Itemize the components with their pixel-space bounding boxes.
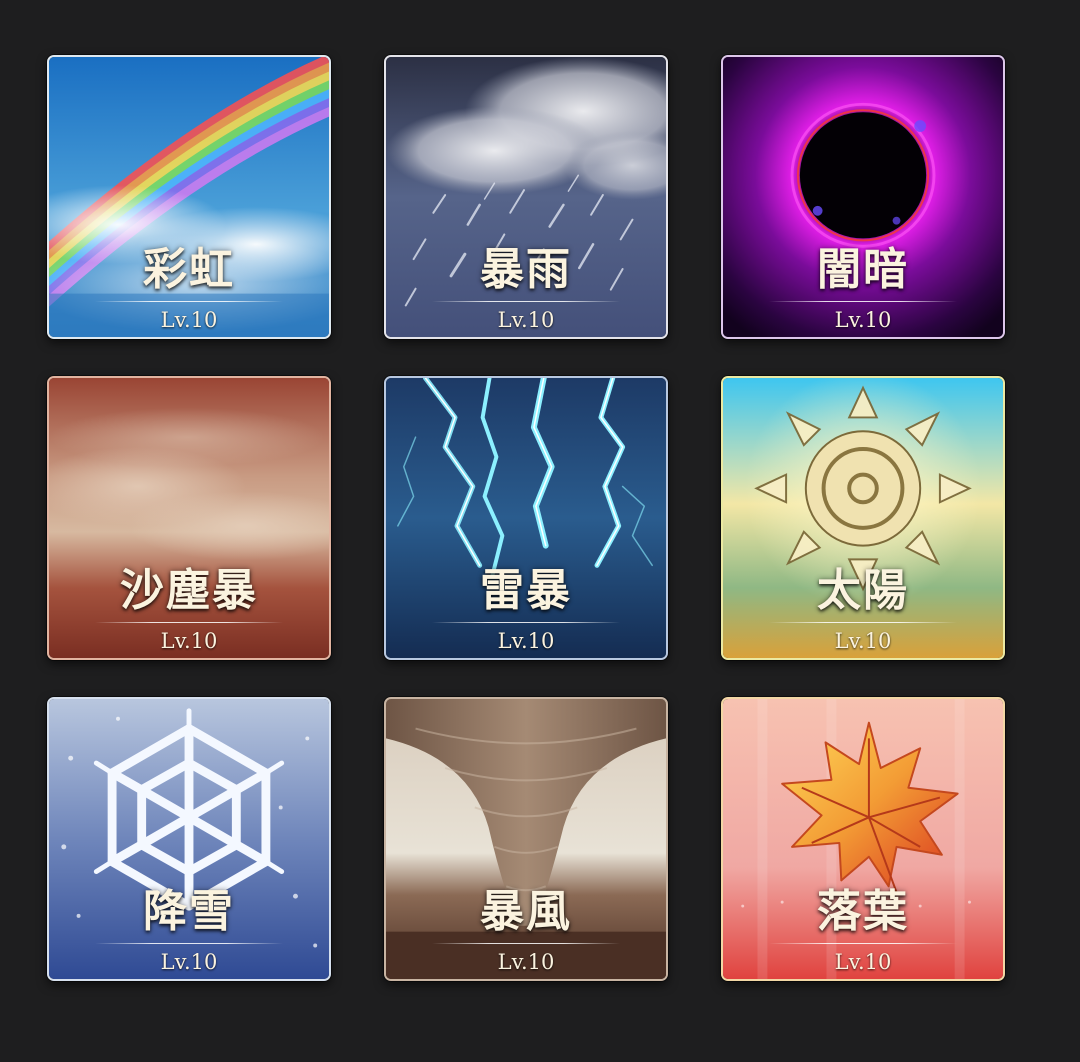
card-level: Lv.10	[160, 629, 218, 653]
sandstorm-icon	[49, 378, 329, 658]
card-level: Lv.10	[497, 629, 555, 653]
card-divider	[769, 943, 957, 944]
card-level: Lv.10	[834, 950, 892, 974]
weather-card-sun[interactable]: 太陽 Lv.10	[721, 376, 1005, 660]
card-title: 落葉	[817, 886, 909, 937]
weather-card-darkness[interactable]: 闇暗 Lv.10	[721, 55, 1005, 339]
rainbow-icon	[49, 57, 329, 337]
rain-cloud-icon	[386, 57, 666, 337]
card-divider	[95, 301, 283, 302]
weather-card-falling-leaves[interactable]: 落葉 Lv.10	[721, 697, 1005, 981]
weather-card-gale[interactable]: 暴風 Lv.10	[384, 697, 668, 981]
card-divider	[769, 301, 957, 302]
sun-icon	[723, 378, 1003, 658]
maple-leaf-icon	[723, 699, 1003, 979]
card-divider	[95, 622, 283, 623]
weather-card-heavy-rain[interactable]: 暴雨 Lv.10	[384, 55, 668, 339]
card-title: 降雪	[143, 886, 235, 937]
weather-card-sandstorm[interactable]: 沙塵暴 Lv.10	[47, 376, 331, 660]
card-title: 暴風	[480, 886, 572, 937]
card-title: 雷暴	[480, 565, 572, 616]
card-level: Lv.10	[497, 308, 555, 332]
card-divider	[769, 622, 957, 623]
weather-card-snowfall[interactable]: 降雪 Lv.10	[47, 697, 331, 981]
card-title: 暴雨	[480, 244, 572, 295]
card-level: Lv.10	[834, 308, 892, 332]
weather-card-rainbow[interactable]: 彩虹 Lv.10	[47, 55, 331, 339]
card-level: Lv.10	[160, 308, 218, 332]
card-title: 闇暗	[817, 244, 909, 295]
card-title: 沙塵暴	[120, 565, 258, 616]
card-level: Lv.10	[497, 950, 555, 974]
card-title: 彩虹	[143, 244, 235, 295]
snowflake-icon	[49, 699, 329, 979]
card-level: Lv.10	[160, 950, 218, 974]
weather-card-thunderstorm[interactable]: 雷暴 Lv.10	[384, 376, 668, 660]
card-divider	[95, 943, 283, 944]
card-level: Lv.10	[834, 629, 892, 653]
card-divider	[432, 301, 620, 302]
dark-vortex-icon	[723, 57, 1003, 337]
lightning-icon	[386, 378, 666, 658]
tornado-icon	[386, 699, 666, 979]
card-divider	[432, 622, 620, 623]
card-divider	[432, 943, 620, 944]
card-title: 太陽	[817, 565, 909, 616]
